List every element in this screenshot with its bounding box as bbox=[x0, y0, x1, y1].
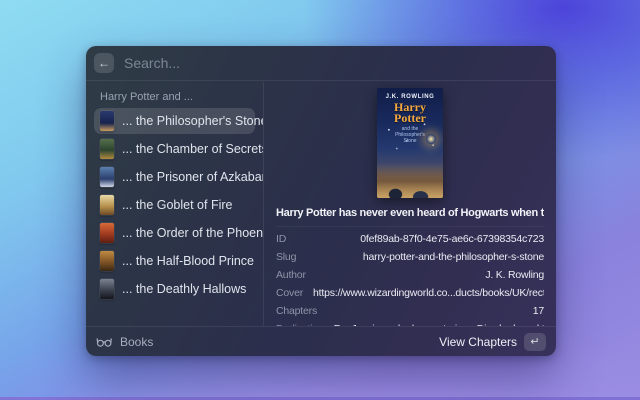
list-item-book[interactable]: ... the Goblet of Fire bbox=[94, 192, 255, 218]
list-item-book[interactable]: ... the Prisoner of Azkaban bbox=[94, 164, 255, 190]
cover-title-text: Harry Potter bbox=[377, 102, 443, 124]
view-chapters-button[interactable]: View Chapters ↵ bbox=[439, 333, 546, 351]
metadata-row: Slug harry-potter-and-the-philosopher-s-… bbox=[276, 248, 544, 266]
list-item-book[interactable]: ... the Half-Blood Prince bbox=[94, 248, 255, 274]
metadata-label: Chapters bbox=[276, 305, 317, 317]
list-item-book[interactable]: ... the Philosopher's Stone bbox=[94, 108, 255, 134]
book-title-label: ... the Philosopher's Stone bbox=[122, 114, 264, 128]
metadata-label: Author bbox=[276, 269, 306, 281]
results-sidebar: Harry Potter and ... ... the Philosopher… bbox=[86, 82, 264, 326]
metadata-value: https://www.wizardingworld.co...ducts/bo… bbox=[313, 287, 544, 299]
action-label: View Chapters bbox=[439, 335, 517, 349]
book-title-label: ... the Prisoner of Azkaban bbox=[122, 170, 264, 184]
book-thumbnail bbox=[100, 251, 114, 271]
back-button[interactable]: ← bbox=[94, 53, 114, 73]
book-thumbnail bbox=[100, 139, 114, 159]
footer-bar: Books View Chapters ↵ bbox=[86, 326, 556, 356]
section-title: Harry Potter and ... bbox=[100, 91, 249, 103]
book-title-label: ... the Deathly Hallows bbox=[122, 282, 246, 296]
cover-scene-decoration bbox=[377, 168, 443, 198]
cover-lantern-glow bbox=[426, 134, 436, 144]
metadata-table: ID 0fef89ab-87f0-4e75-ae6c-67398354c723 … bbox=[276, 226, 544, 326]
back-arrow-icon: ← bbox=[98, 56, 110, 70]
books-extension-icon bbox=[96, 335, 113, 348]
metadata-row: Author J. K. Rowling bbox=[276, 266, 544, 284]
source-label: Books bbox=[120, 335, 153, 349]
book-thumbnail bbox=[100, 223, 114, 243]
launcher-window: ← Search... Harry Potter and ... ... the… bbox=[86, 46, 556, 356]
book-thumbnail bbox=[100, 167, 114, 187]
metadata-row: Chapters 17 bbox=[276, 302, 544, 320]
metadata-label: ID bbox=[276, 233, 286, 245]
book-cover-image: J.K. ROWLING Harry Potter and the Philos… bbox=[377, 88, 443, 198]
metadata-row: Cover https://www.wizardingworld.co...du… bbox=[276, 284, 544, 302]
cover-subtitle-text: and the Philosopher's Stone bbox=[388, 126, 432, 144]
metadata-row: ID 0fef89ab-87f0-4e75-ae6c-67398354c723 bbox=[276, 230, 544, 248]
book-title-label: ... the Goblet of Fire bbox=[122, 198, 232, 212]
list-item-book[interactable]: ... the Order of the Phoenix bbox=[94, 220, 255, 246]
results-list: ... the Philosopher's Stone ... the Cham… bbox=[94, 108, 255, 302]
metadata-value: harry-potter-and-the-philosopher-s-stone bbox=[306, 251, 544, 263]
book-title-label: ... the Half-Blood Prince bbox=[122, 254, 254, 268]
book-thumbnail bbox=[100, 195, 114, 215]
metadata-value: 0fef89ab-87f0-4e75-ae6c-67398354c723 bbox=[296, 233, 544, 245]
search-bar: ← Search... bbox=[86, 46, 556, 81]
metadata-label: Slug bbox=[276, 251, 296, 263]
enter-key-icon: ↵ bbox=[524, 333, 546, 351]
book-description: Harry Potter has never even heard of Hog… bbox=[276, 207, 544, 219]
list-item-book[interactable]: ... the Chamber of Secrets bbox=[94, 136, 255, 162]
detail-panel: J.K. ROWLING Harry Potter and the Philos… bbox=[264, 82, 556, 326]
metadata-value: J. K. Rowling bbox=[316, 269, 544, 281]
book-title-label: ... the Chamber of Secrets bbox=[122, 142, 264, 156]
metadata-value: 17 bbox=[327, 305, 544, 317]
book-thumbnail bbox=[100, 111, 114, 131]
list-item-book[interactable]: ... the Deathly Hallows bbox=[94, 276, 255, 302]
search-input[interactable]: Search... bbox=[124, 55, 548, 71]
metadata-label: Cover bbox=[276, 287, 303, 299]
book-title-label: ... the Order of the Phoenix bbox=[122, 226, 264, 240]
book-thumbnail bbox=[100, 279, 114, 299]
